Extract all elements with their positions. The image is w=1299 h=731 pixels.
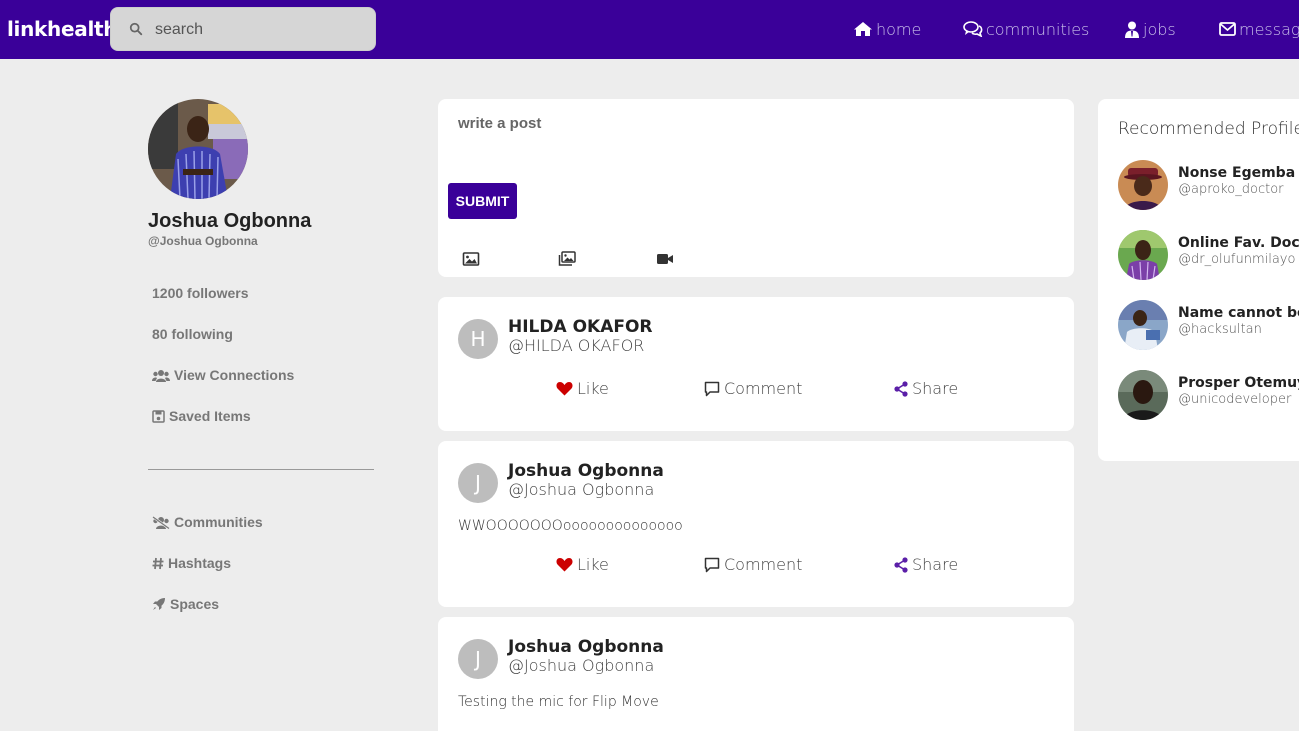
post-composer: SUBMIT: [438, 99, 1074, 277]
comment-button[interactable]: Comment: [704, 379, 802, 398]
reco-photo: [1118, 160, 1168, 210]
nav-messages[interactable]: message: [1219, 18, 1299, 40]
post-card: J Joshua Ogbonna @Joshua Ogbonna Testing…: [438, 617, 1074, 731]
comment-label: Comment: [724, 379, 803, 398]
comment-label: Comment: [724, 555, 803, 574]
like-label: Like: [577, 379, 609, 398]
reco-name[interactable]: Nonse Egemba: [1178, 165, 1295, 181]
users-icon: [152, 369, 170, 382]
post-avatar[interactable]: J: [458, 639, 498, 679]
communities-label: Communities: [174, 514, 263, 530]
share-label: Share: [912, 379, 959, 398]
video-icon[interactable]: [656, 251, 674, 267]
hashtags-label: Hashtags: [168, 555, 232, 571]
reco-avatar[interactable]: [1118, 160, 1168, 210]
heart-icon: [556, 382, 573, 396]
followers-link[interactable]: 1200 followers: [152, 285, 249, 301]
reco-avatar[interactable]: [1118, 300, 1168, 350]
post-avatar[interactable]: H: [458, 319, 498, 359]
share-alt-icon: [894, 556, 908, 573]
reco-handle: @unicodeveloper: [1178, 392, 1292, 407]
nav-communities-label: communities: [986, 19, 1090, 39]
heart-icon: [556, 558, 573, 572]
reco-handle: @dr_olufunmilayo: [1178, 252, 1296, 267]
reco-photo: [1118, 230, 1168, 280]
following-link[interactable]: 80 following: [152, 326, 233, 342]
view-connections-label: View Connections: [174, 367, 295, 383]
comment-icon: [704, 557, 720, 572]
share-button[interactable]: Share: [894, 379, 958, 398]
like-label: Like: [577, 555, 609, 574]
reco-photo: [1118, 370, 1168, 420]
following-label: 80 following: [152, 326, 233, 342]
post-author-name[interactable]: HILDA OKAFOR: [508, 317, 653, 337]
envelope-icon: [1219, 22, 1236, 36]
profile-avatar[interactable]: [148, 99, 248, 199]
image-icon[interactable]: [462, 251, 480, 267]
post-author-handle: @Joshua Ogbonna: [508, 480, 655, 499]
followers-label: 1200 followers: [152, 285, 249, 301]
post-author-name[interactable]: Joshua Ogbonna: [508, 637, 664, 657]
post-body: Testing the mic for Flip Move: [458, 694, 659, 710]
spaces-link[interactable]: Spaces: [152, 596, 219, 612]
reco-name[interactable]: Online Fav. Doctor: [1178, 235, 1299, 251]
post-author-handle: @HILDA OKAFOR: [508, 336, 645, 355]
save-icon: [152, 409, 165, 423]
comment-icon: [704, 381, 720, 396]
share-alt-icon: [894, 380, 908, 397]
hashtags-link[interactable]: Hashtags: [152, 555, 231, 571]
nav-communities[interactable]: communities: [963, 18, 1089, 40]
post-card: H HILDA OKAFOR @HILDA OKAFOR Like Commen…: [438, 297, 1074, 431]
sidebar-divider: [148, 469, 374, 470]
reco-name[interactable]: Prosper Otemuyiwa: [1178, 375, 1299, 391]
post-body: WWOOOOOOOoooooooooooooo: [458, 518, 683, 534]
search-box[interactable]: [110, 7, 376, 51]
profile-photo: [148, 99, 248, 199]
submit-button[interactable]: SUBMIT: [448, 183, 517, 219]
share-label: Share: [912, 555, 959, 574]
view-connections-link[interactable]: View Connections: [152, 367, 294, 383]
reco-handle: @aproko_doctor: [1178, 182, 1284, 197]
search-icon: [129, 22, 143, 36]
nav-messages-label: message: [1239, 19, 1299, 39]
brand-logo[interactable]: linkhealth: [7, 17, 118, 41]
recommended-title: Recommended Profiles: [1118, 119, 1299, 139]
users-slash-icon: [152, 515, 170, 529]
communities-link[interactable]: Communities: [152, 514, 263, 530]
home-icon: [854, 22, 872, 36]
saved-items-link[interactable]: Saved Items: [152, 408, 251, 424]
reco-photo: [1118, 300, 1168, 350]
profile-name[interactable]: Joshua Ogbonna: [148, 210, 311, 233]
recommended-profiles: Recommended Profiles Nonse Egemba @aprok…: [1098, 99, 1299, 461]
nav-jobs[interactable]: jobs: [1124, 18, 1176, 40]
reco-avatar[interactable]: [1118, 230, 1168, 280]
share-button[interactable]: Share: [894, 555, 958, 574]
hashtag-icon: [152, 557, 164, 569]
nav-home-label: home: [876, 19, 922, 39]
post-author-name[interactable]: Joshua Ogbonna: [508, 461, 664, 481]
images-icon[interactable]: [558, 251, 576, 267]
reco-handle: @hacksultan: [1178, 322, 1262, 337]
search-input[interactable]: [155, 18, 355, 42]
comment-button[interactable]: Comment: [704, 555, 802, 574]
like-button[interactable]: Like: [556, 379, 609, 398]
post-avatar[interactable]: J: [458, 463, 498, 503]
post-input[interactable]: [458, 115, 1048, 155]
reco-avatar[interactable]: [1118, 370, 1168, 420]
nav-jobs-label: jobs: [1143, 19, 1176, 39]
comments-icon: [963, 21, 983, 37]
top-navbar: linkhealth home communities jobs message: [0, 0, 1299, 59]
user-tie-icon: [1125, 21, 1139, 38]
post-card: J Joshua Ogbonna @Joshua Ogbonna WWOOOOO…: [438, 441, 1074, 607]
spaces-label: Spaces: [170, 596, 220, 612]
rocket-icon: [153, 598, 165, 610]
nav-home[interactable]: home: [853, 18, 921, 40]
post-author-handle: @Joshua Ogbonna: [508, 656, 655, 675]
saved-items-label: Saved Items: [169, 408, 251, 424]
reco-name[interactable]: Name cannot be blank: [1178, 305, 1299, 321]
like-button[interactable]: Like: [556, 555, 609, 574]
profile-handle: @Joshua Ogbonna: [148, 234, 258, 248]
